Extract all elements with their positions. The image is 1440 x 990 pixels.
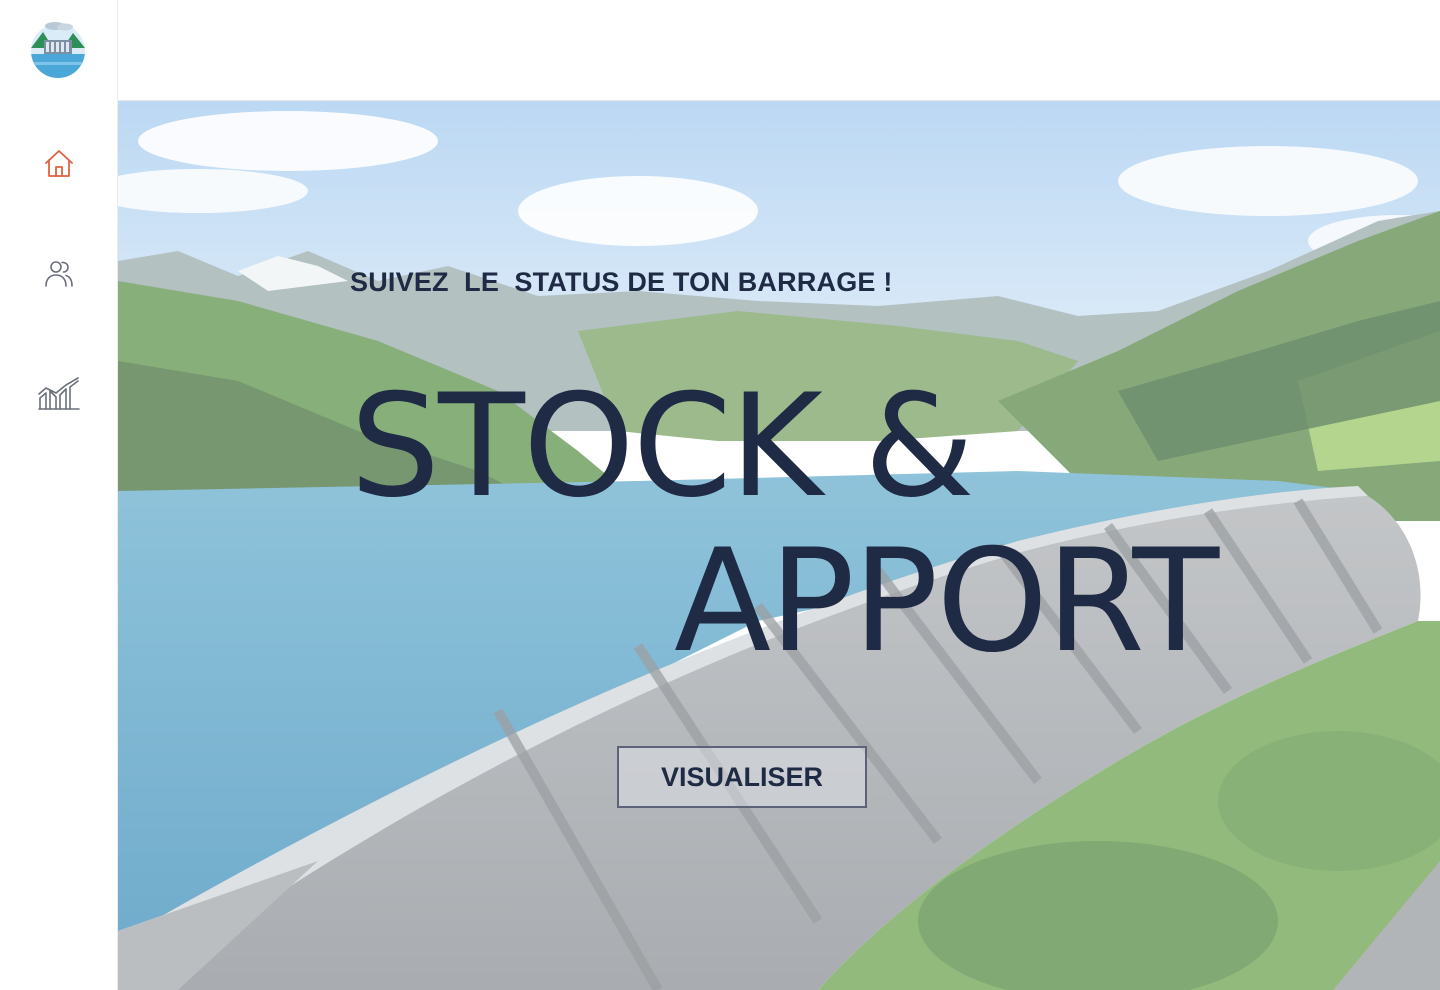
dam-logo[interactable] [29,18,87,80]
hero-title-line2: APPORT [674,519,1219,684]
sidebar-item-stats[interactable] [0,366,117,426]
app-root: SUIVEZ LE STATUS DE TON BARRAGE ! STOCK … [0,0,1440,990]
hero-title-line1: STOCK & [350,364,975,529]
sidebar-item-home[interactable] [0,136,117,196]
hero-tagline: SUIVEZ LE STATUS DE TON BARRAGE ! [350,267,893,297]
users-icon [43,258,75,295]
chart-icon [37,376,81,416]
home-icon [43,148,75,185]
top-header [118,0,1440,101]
visualiser-button[interactable]: VISUALISER [617,746,867,808]
hero-section: SUIVEZ LE STATUS DE TON BARRAGE ! STOCK … [118,101,1440,990]
sidebar-item-users[interactable] [0,246,117,306]
sidebar [0,0,118,990]
